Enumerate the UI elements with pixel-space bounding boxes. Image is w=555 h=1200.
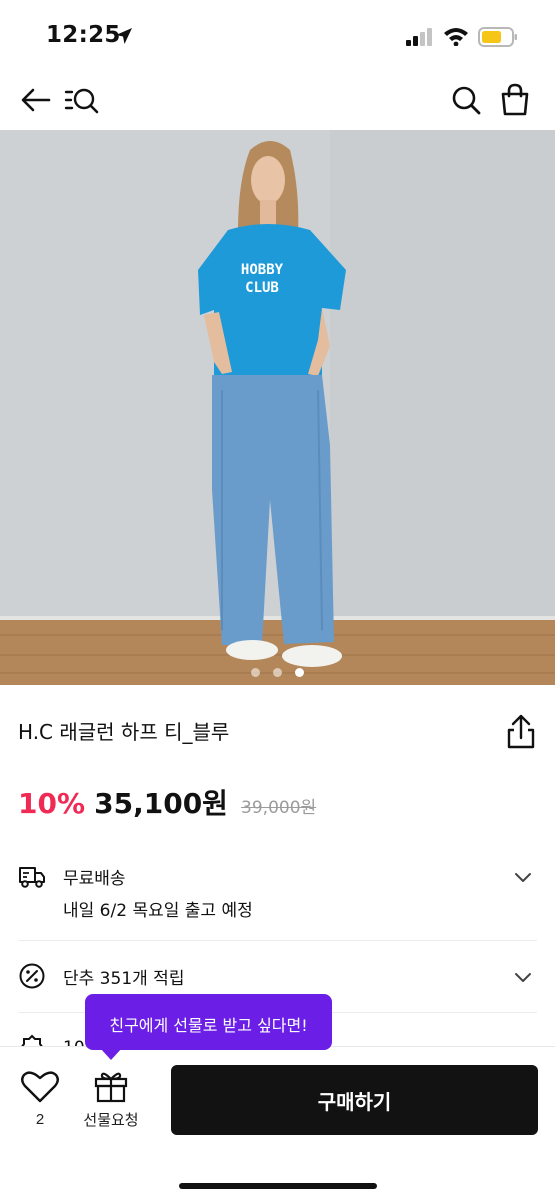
home-indicator (179, 1183, 377, 1189)
percent-badge-icon (19, 963, 45, 989)
category-search-icon (64, 88, 99, 114)
points-title: 단추 351개 적립 (63, 969, 185, 989)
pagination-dot[interactable] (273, 668, 282, 677)
shipping-detail: 내일 6/2 목요일 출고 예정 (63, 901, 253, 921)
battery-icon (478, 27, 517, 47)
location-arrow-icon (116, 28, 132, 44)
tooltip-tail (100, 1048, 122, 1060)
discount-rate: 10% (18, 787, 86, 820)
wifi-icon (444, 28, 468, 46)
chevron-down-icon (515, 973, 531, 982)
shipping-info-row[interactable]: 무료배송 내일 6/2 목요일 출고 예정 (18, 862, 537, 934)
category-search-button[interactable] (63, 82, 99, 118)
search-icon (452, 86, 481, 115)
back-arrow-icon (21, 88, 51, 112)
product-title: H.C 래글런 하프 티_블루 (18, 720, 230, 744)
gift-request-label: 선물요청 (83, 1112, 139, 1129)
image-pagination (0, 662, 555, 677)
share-button[interactable] (502, 712, 540, 752)
status-bar: 12:25 (0, 0, 555, 70)
pagination-dot[interactable] (250, 668, 260, 677)
product-image-gallery[interactable]: HOBBY CLUB (0, 130, 555, 685)
shirt-print-club: CLUB (245, 280, 279, 296)
back-button[interactable] (18, 82, 54, 118)
product-photo: HOBBY CLUB (0, 130, 555, 685)
sale-price: 35,100원 (94, 787, 228, 820)
like-count: 2 (35, 1111, 45, 1128)
bottom-action-bar: 2 선물요청 구매하기 (0, 1046, 555, 1200)
divider (18, 940, 537, 941)
chevron-down-icon (515, 873, 531, 882)
shipping-title: 무료배송 (63, 869, 126, 889)
points-info-row[interactable]: 단추 351개 적립 (18, 962, 537, 994)
status-time: 12:25 (46, 22, 121, 48)
heart-icon (21, 1071, 59, 1103)
shopping-bag-icon (501, 83, 529, 116)
price-row: 10% 35,100원 39,000원 (18, 782, 317, 820)
cart-button[interactable] (497, 82, 533, 118)
share-icon (507, 714, 535, 749)
shirt-print-hobby: HOBBY (241, 262, 284, 278)
truck-icon (19, 867, 45, 888)
search-button[interactable] (448, 82, 484, 118)
cellular-signal-icon (406, 28, 432, 46)
gift-request-button[interactable]: 선물요청 (78, 1069, 144, 1139)
top-navigation (0, 70, 555, 130)
gift-icon (94, 1072, 128, 1103)
gift-tooltip[interactable]: 친구에게 선물로 받고 싶다면! (85, 994, 332, 1050)
like-button[interactable]: 2 (18, 1069, 62, 1139)
original-price: 39,000원 (241, 798, 317, 818)
buy-button[interactable]: 구매하기 (171, 1065, 538, 1135)
